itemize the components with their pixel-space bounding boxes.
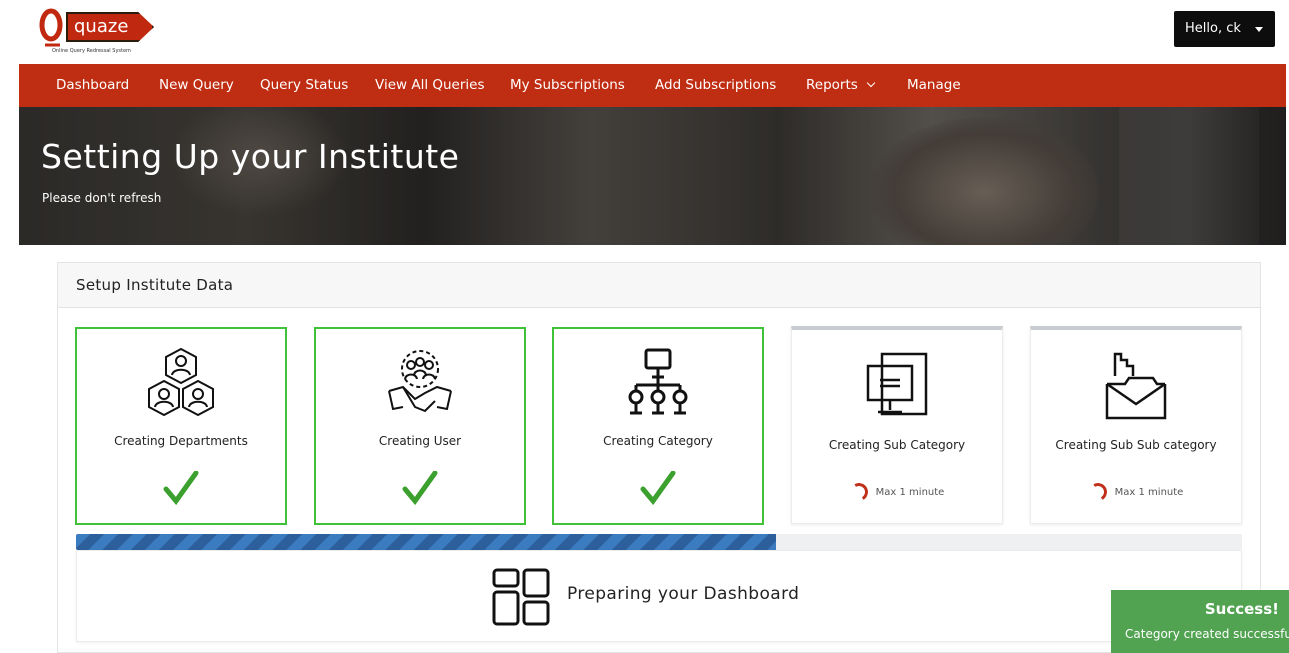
setup-progress-bar (76, 534, 1242, 550)
nav-dashboard[interactable]: Dashboard (56, 64, 129, 107)
spinner-icon (1086, 480, 1109, 504)
page-subtitle: Please don't refresh (42, 191, 162, 205)
wait-text: Max 1 minute (1114, 487, 1184, 498)
step-user: Creating User (314, 327, 526, 525)
step-label: Creating Category (603, 434, 713, 448)
nav-my-subscriptions[interactable]: My Subscriptions (510, 64, 625, 107)
spinner-icon (847, 480, 870, 504)
brand-tagline: Online Query Redressal System (52, 48, 131, 54)
prepare-dashboard-text: Preparing your Dashboard (567, 584, 800, 604)
wait-text: Max 1 minute (875, 487, 945, 498)
nav-label: My Subscriptions (510, 77, 625, 93)
success-toast[interactable]: Success! Category created successfully (1111, 590, 1289, 653)
step-label: Creating Sub Sub category (1055, 438, 1217, 452)
hero-banner: Setting Up your Institute Please don't r… (19, 107, 1286, 245)
logo-q-icon (39, 8, 63, 47)
check-icon (640, 471, 676, 505)
nav-query-status[interactable]: Query Status (260, 64, 348, 107)
step-sub-sub-category: Creating Sub Sub category Max 1 minute (1030, 326, 1242, 524)
wait-indicator: Max 1 minute (792, 480, 1002, 504)
nav-label: Query Status (260, 77, 349, 93)
nav-label: Add Subscriptions (655, 77, 777, 93)
dashboard-grid-icon (492, 568, 550, 626)
hero-overlay (19, 107, 1286, 245)
document-screen-icon (866, 352, 928, 416)
page-title: Setting Up your Institute (41, 137, 460, 176)
chevron-down-icon (866, 78, 876, 88)
step-label: Creating User (378, 434, 462, 448)
setup-card-title: Setup Institute Data (76, 276, 234, 294)
progress-fill (76, 534, 776, 550)
brand-name: quaze (66, 12, 154, 42)
caret-down-icon (1255, 27, 1263, 32)
nav-label: Dashboard (56, 77, 130, 93)
step-label: Creating Departments (114, 434, 248, 448)
step-label: Creating Sub Category (828, 438, 966, 452)
nav-reports[interactable]: Reports (806, 64, 876, 107)
step-departments: Creating Departments (75, 327, 287, 525)
nav-label: View All Queries (375, 77, 485, 93)
toast-title: Success! (1204, 600, 1279, 618)
nav-view-all-queries[interactable]: View All Queries (375, 64, 484, 107)
nav-add-subscriptions[interactable]: Add Subscriptions (655, 64, 776, 107)
hierarchy-icon (628, 348, 688, 415)
prepare-dashboard-panel: Preparing your Dashboard (76, 550, 1242, 642)
setup-card-header: Setup Institute Data (58, 263, 1260, 308)
check-icon (402, 471, 438, 505)
main-nav: Dashboard New Query Query Status View Al… (19, 64, 1286, 107)
user-menu-button[interactable]: Hello, ck (1174, 11, 1275, 47)
nav-label: Manage (907, 77, 961, 93)
step-sub-category: Creating Sub Category Max 1 minute (791, 326, 1003, 524)
nav-label: New Query (159, 77, 234, 93)
brand-logo[interactable]: quaze Online Query Redressal System (38, 7, 158, 57)
folder-envelope-icon (1105, 352, 1167, 420)
step-category: Creating Category (552, 327, 764, 525)
top-bar: quaze Online Query Redressal System Hell… (0, 0, 1289, 64)
nav-manage[interactable]: Manage (907, 64, 961, 107)
user-greeting: Hello, ck (1185, 21, 1241, 36)
check-icon (163, 471, 199, 505)
users-handshake-icon (388, 350, 452, 413)
departments-icon (148, 347, 214, 417)
wait-indicator: Max 1 minute (1031, 480, 1241, 504)
nav-new-query[interactable]: New Query (159, 64, 234, 107)
toast-message: Category created successfully (1125, 627, 1289, 641)
nav-label: Reports (806, 77, 858, 93)
